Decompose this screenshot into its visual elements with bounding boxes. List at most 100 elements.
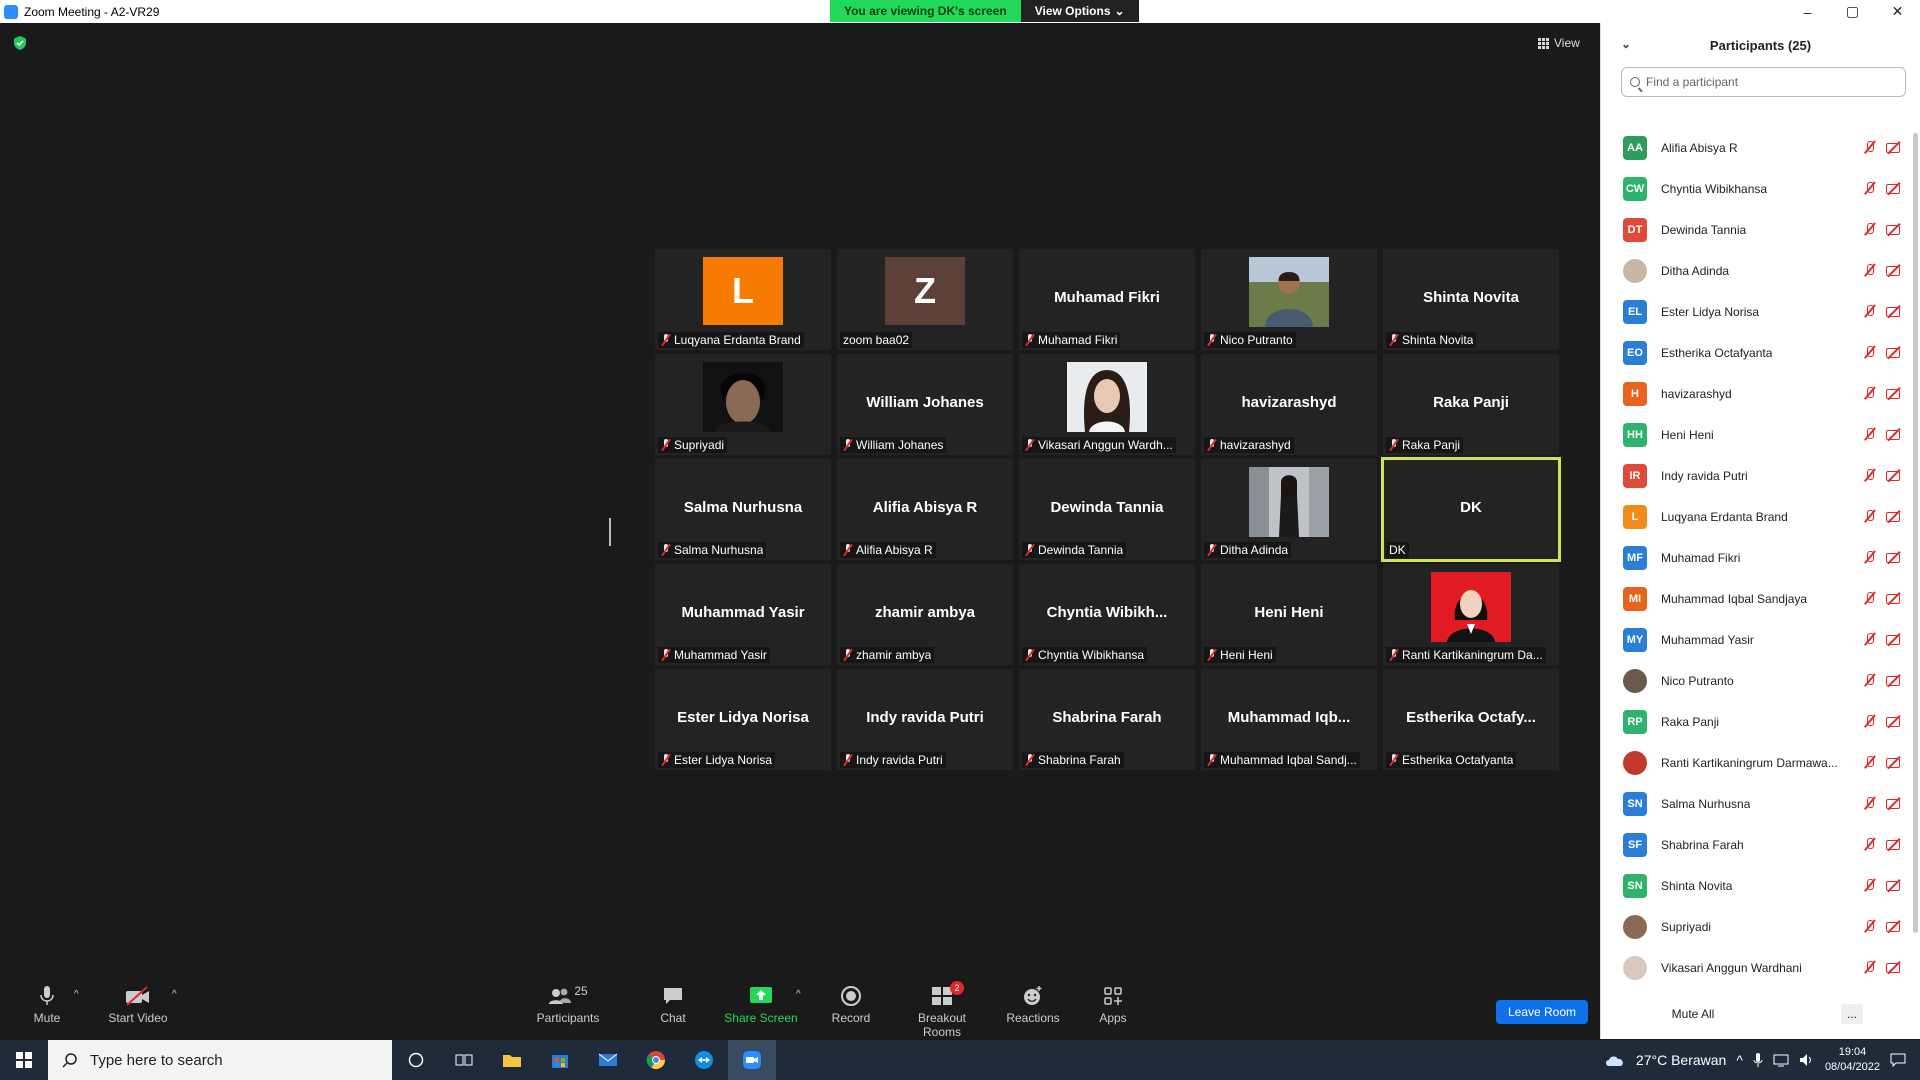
participant-row[interactable]: EL Ester Lidya Norisa [1601, 291, 1907, 332]
microsoft-store-icon[interactable] [536, 1040, 584, 1080]
mic-muted-icon[interactable] [1863, 673, 1877, 687]
participant-row[interactable]: MY Muhammad Yasir [1601, 619, 1907, 660]
more-options-button[interactable]: ... [1841, 1004, 1863, 1024]
taskbar-search-input[interactable]: Type here to search [48, 1040, 392, 1080]
volume-icon[interactable] [1799, 1053, 1815, 1067]
video-tile[interactable]: Chyntia Wibikh... Chyntia Wibikhansa [1019, 564, 1195, 665]
video-tile[interactable]: Salma Nurhusna Salma Nurhusna [655, 459, 831, 560]
chrome-icon[interactable] [632, 1040, 680, 1080]
microphone-tray-icon[interactable] [1753, 1052, 1763, 1068]
video-tile[interactable]: Estherika Octafy... Estherika Octafyanta [1383, 669, 1559, 770]
split-drag-handle[interactable] [609, 518, 611, 546]
close-button[interactable]: ✕ [1875, 0, 1920, 23]
leave-room-button[interactable]: Leave Room [1496, 1000, 1588, 1024]
mic-muted-icon[interactable] [1863, 591, 1877, 605]
start-button[interactable] [0, 1040, 48, 1080]
video-off-icon[interactable] [1885, 632, 1903, 646]
video-tile[interactable]: William Johanes William Johanes [837, 354, 1013, 455]
video-tile[interactable]: Shabrina Farah Shabrina Farah [1019, 669, 1195, 770]
video-off-icon[interactable] [1885, 878, 1903, 892]
participant-row[interactable]: CW Chyntia Wibikhansa [1601, 168, 1907, 209]
mic-muted-icon[interactable] [1863, 263, 1877, 277]
mic-muted-icon[interactable] [1863, 140, 1877, 154]
mic-muted-icon[interactable] [1863, 837, 1877, 851]
mic-muted-icon[interactable] [1863, 509, 1877, 523]
participant-row[interactable]: Supriyadi [1601, 906, 1907, 947]
participant-row[interactable]: IR Indy ravida Putri [1601, 455, 1907, 496]
mic-muted-icon[interactable] [1863, 755, 1877, 769]
participant-row[interactable]: Vikasari Anggun Wardhani [1601, 947, 1907, 988]
video-off-icon[interactable] [1885, 263, 1903, 277]
participant-row[interactable]: MF Muhamad Fikri [1601, 537, 1907, 578]
mic-muted-icon[interactable] [1863, 714, 1877, 728]
video-tile[interactable]: Shinta Novita Shinta Novita [1383, 249, 1559, 350]
video-tile[interactable]: Zzoom baa02 [837, 249, 1013, 350]
maximize-button[interactable]: ▢ [1830, 0, 1875, 23]
tray-expand-icon[interactable]: ^ [1736, 1052, 1743, 1068]
participant-row[interactable]: Ditha Adinda [1601, 250, 1907, 291]
video-tile[interactable]: Alifia Abisya R Alifia Abisya R [837, 459, 1013, 560]
video-off-icon[interactable] [1885, 140, 1903, 154]
participant-row[interactable]: MI Muhammad Iqbal Sandjaya [1601, 578, 1907, 619]
view-button[interactable]: View [1538, 33, 1580, 53]
notifications-icon[interactable] [1890, 1053, 1906, 1067]
reactions-button[interactable]: Reactions [988, 983, 1078, 1025]
participant-row[interactable]: AA Alifia Abisya R [1601, 127, 1907, 168]
video-off-icon[interactable] [1885, 181, 1903, 195]
participant-row[interactable]: SF Shabrina Farah [1601, 824, 1907, 865]
participant-row[interactable]: SN Shinta Novita [1601, 865, 1907, 906]
participant-row[interactable]: L Luqyana Erdanta Brand [1601, 496, 1907, 537]
mic-muted-icon[interactable] [1863, 427, 1877, 441]
video-off-icon[interactable] [1885, 427, 1903, 441]
taskbar-clock[interactable]: 19:04 08/04/2022 [1825, 1045, 1880, 1075]
video-off-icon[interactable] [1885, 345, 1903, 359]
video-off-icon[interactable] [1885, 468, 1903, 482]
mic-muted-icon[interactable] [1863, 222, 1877, 236]
mic-muted-icon[interactable] [1863, 632, 1877, 646]
collapse-chevron-icon[interactable]: ⌄ [1621, 37, 1631, 51]
video-off-icon[interactable] [1885, 755, 1903, 769]
video-tile[interactable]: Muhammad Iqb... Muhammad Iqbal Sandj... [1201, 669, 1377, 770]
video-off-icon[interactable] [1885, 960, 1903, 974]
share-screen-button[interactable]: Share Screen [716, 983, 806, 1025]
participant-list-scrollbar[interactable] [1913, 133, 1918, 933]
video-off-icon[interactable] [1885, 222, 1903, 236]
mic-muted-icon[interactable] [1863, 345, 1877, 359]
video-off-icon[interactable] [1885, 386, 1903, 400]
mail-icon[interactable] [584, 1040, 632, 1080]
video-tile[interactable]: Ranti Kartikaningrum Da... [1383, 564, 1559, 665]
video-tile[interactable]: Dewinda Tannia Dewinda Tannia [1019, 459, 1195, 560]
teamviewer-icon[interactable] [680, 1040, 728, 1080]
video-off-icon[interactable] [1885, 591, 1903, 605]
video-off-icon[interactable] [1885, 304, 1903, 318]
mic-muted-icon[interactable] [1863, 304, 1877, 318]
start-video-button[interactable]: Start Video [93, 983, 183, 1025]
video-off-icon[interactable] [1885, 919, 1903, 933]
video-tile[interactable]: havizarashyd havizarashyd [1201, 354, 1377, 455]
video-tile[interactable]: L Luqyana Erdanta Brand [655, 249, 831, 350]
video-tile[interactable]: Vikasari Anggun Wardh... [1019, 354, 1195, 455]
video-tile[interactable]: zhamir ambya zhamir ambya [837, 564, 1013, 665]
participant-row[interactable]: Hhavizarashyd [1601, 373, 1907, 414]
video-tile[interactable]: Nico Putranto [1201, 249, 1377, 350]
video-off-icon[interactable] [1885, 673, 1903, 687]
video-tile[interactable]: Supriyadi [655, 354, 831, 455]
video-off-icon[interactable] [1885, 837, 1903, 851]
audio-options-caret-icon[interactable]: ^ [74, 989, 79, 1000]
chat-button[interactable]: Chat [628, 983, 718, 1025]
zoom-taskbar-icon[interactable] [728, 1040, 776, 1080]
mic-muted-icon[interactable] [1863, 919, 1877, 933]
network-icon[interactable] [1773, 1053, 1789, 1067]
view-options-button[interactable]: View Options ⌄ [1020, 0, 1139, 22]
breakout-rooms-button[interactable]: 2 Breakout Rooms [898, 981, 986, 1039]
video-options-caret-icon[interactable]: ^ [172, 989, 177, 1000]
video-tile[interactable]: DK DK [1381, 457, 1561, 562]
video-tile[interactable]: Muhamad Fikri Muhamad Fikri [1019, 249, 1195, 350]
record-button[interactable]: Record [806, 983, 896, 1025]
mic-muted-icon[interactable] [1863, 181, 1877, 195]
video-off-icon[interactable] [1885, 550, 1903, 564]
participant-row[interactable]: DT Dewinda Tannia [1601, 209, 1907, 250]
task-view-icon[interactable] [440, 1040, 488, 1080]
video-tile[interactable]: Muhammad Yasir Muhammad Yasir [655, 564, 831, 665]
video-tile[interactable]: Raka Panji Raka Panji [1383, 354, 1559, 455]
